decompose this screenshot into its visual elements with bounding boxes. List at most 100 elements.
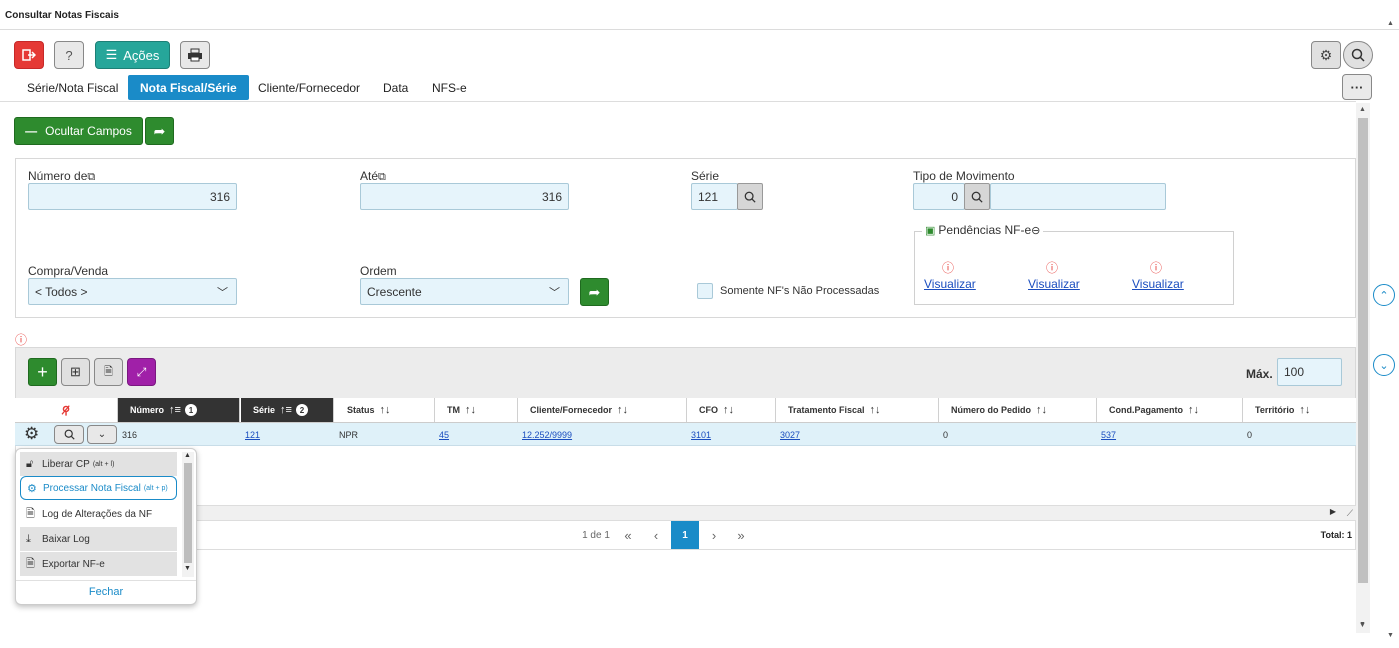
scrollbar-thumb[interactable] <box>1358 118 1368 583</box>
column-header-status[interactable]: Status ↑↓ <box>335 398 435 422</box>
cell-tm: 45 <box>435 423 449 446</box>
compra-venda-select[interactable]: < Todos > ﹀ <box>28 278 237 305</box>
hide-fields-button[interactable]: — Ocultar Campos <box>14 117 143 145</box>
search-button[interactable] <box>1343 41 1373 69</box>
scroll-bottom-button[interactable]: ⌄ <box>1373 354 1395 376</box>
outer-scrollbar-down[interactable]: ▼ <box>1387 632 1394 639</box>
tab-nota-fiscal-serie[interactable]: Nota Fiscal/Série <box>128 75 249 100</box>
cell-link[interactable]: 3101 <box>691 430 711 440</box>
serie-field[interactable]: 121 <box>691 183 738 210</box>
tipo-movimento-field[interactable]: 0 <box>913 183 965 210</box>
cell-cliente: 12.252/9999 <box>518 423 572 446</box>
menu-scroll-down[interactable]: ▼ <box>184 565 191 572</box>
scroll-right-arrow[interactable]: ▶ <box>1330 507 1336 516</box>
actions-label: Ações <box>123 47 160 63</box>
copy-icon[interactable]: ⧉ <box>87 171 95 183</box>
column-label: Cond.Pagamento <box>1109 405 1184 415</box>
copy-icon[interactable]: ⧉ <box>378 171 386 183</box>
menu-item-liberar-cp[interactable]: 🔓︎ Liberar CP (alt + l) <box>20 452 177 476</box>
settings-button[interactable]: ⚙ <box>1311 41 1341 69</box>
scroll-up-arrow[interactable]: ▲ <box>1359 106 1366 113</box>
column-header-tm[interactable]: TM ↑↓ <box>435 398 518 422</box>
last-page-button[interactable]: » <box>730 521 752 549</box>
redirect-button[interactable]: ➦ <box>145 117 174 145</box>
prev-page-button[interactable]: ‹ <box>645 521 667 549</box>
cell-value: 0 <box>1247 429 1253 440</box>
chevron-down-icon: ⌄ <box>97 429 107 440</box>
column-header-cliente[interactable]: Cliente/Fornecedor ↑↓ <box>518 398 687 422</box>
cell-link[interactable]: 537 <box>1101 430 1116 440</box>
chevron-down-icon: ﹀ <box>217 287 228 299</box>
menu-item-baixar-log[interactable]: ⤓ Baixar Log <box>20 527 177 551</box>
expand-button[interactable]: ⤢ <box>127 358 156 386</box>
menu-label: Exportar NF-e <box>42 558 105 570</box>
somente-checkbox[interactable] <box>697 283 713 299</box>
sort-icon: ↑↓ <box>1036 404 1048 416</box>
cell-link[interactable]: 121 <box>245 430 260 440</box>
actions-button[interactable]: ☰ Ações <box>95 41 170 69</box>
inner-scroll-down[interactable]: ▼ <box>1359 622 1366 629</box>
collapse-icon[interactable]: ⊖ <box>1031 224 1040 237</box>
numero-de-field[interactable]: 316 <box>28 183 237 210</box>
add-button[interactable]: + <box>28 358 57 386</box>
column-header-cfo[interactable]: CFO ↑↓ <box>687 398 776 422</box>
help-button[interactable]: ? <box>54 41 84 69</box>
row-menu-toggle[interactable]: ⌄ <box>87 425 117 444</box>
tab-label: Nota Fiscal/Série <box>140 80 237 95</box>
visualizar-link-3[interactable]: Visualizar <box>1132 277 1184 291</box>
cell-territorio: 0 <box>1243 423 1252 446</box>
tab-data[interactable]: Data <box>371 75 420 100</box>
next-page-button[interactable]: › <box>703 521 725 549</box>
cell-link[interactable]: 12.252/9999 <box>522 430 572 440</box>
menu-scroll-thumb[interactable] <box>184 463 192 563</box>
menu-scroll-up[interactable]: ▲ <box>184 452 191 459</box>
menu-item-log-alteracoes[interactable]: 🗎 Log de Alterações da NF <box>20 502 177 526</box>
filter-clear-header[interactable]: ⚲̸ <box>15 398 118 422</box>
visualizar-link-1[interactable]: Visualizar <box>924 277 976 291</box>
print-button[interactable] <box>180 41 210 69</box>
download-icon: ⤓ <box>26 532 31 545</box>
sort-icon: ↑↓ <box>465 404 476 416</box>
column-label: Número do Pedido <box>951 405 1032 415</box>
column-header-pedido[interactable]: Número do Pedido ↑↓ <box>939 398 1097 422</box>
horizontal-scrollbar[interactable]: ▶ ⟋ <box>15 505 1356 520</box>
current-page[interactable]: 1 <box>671 521 699 549</box>
more-options-button[interactable]: ··· <box>1342 74 1372 100</box>
menu-item-exportar-nfe[interactable]: 🗎 Exportar NF-e <box>20 552 177 576</box>
error-icon: ⓘ <box>15 333 28 347</box>
ordem-apply-button[interactable]: ➦ <box>580 278 609 306</box>
column-header-cond-pagamento[interactable]: Cond.Pagamento ↑↓ <box>1097 398 1243 422</box>
export-file-button[interactable]: 🗎 <box>94 358 123 386</box>
first-page-button[interactable]: « <box>617 521 639 549</box>
ordem-value: Crescente <box>367 284 422 299</box>
column-header-numero[interactable]: Número ↑≡ 1 <box>118 398 240 422</box>
tab-serie-nota-fiscal[interactable]: Série/Nota Fiscal <box>15 75 130 100</box>
column-header-tratamento[interactable]: Tratamento Fiscal ↑↓ <box>776 398 939 422</box>
cell-link[interactable]: 3027 <box>780 430 800 440</box>
tipo-movimento-search-button[interactable] <box>964 183 990 210</box>
row-view-button[interactable] <box>54 425 84 444</box>
resize-handle-icon[interactable]: ⟋ <box>1347 508 1353 519</box>
cell-link[interactable]: 45 <box>439 430 449 440</box>
ate-field[interactable]: 316 <box>360 183 569 210</box>
menu-item-processar-nota[interactable]: ⚙ Processar Nota Fiscal (alt + p) <box>20 476 177 500</box>
menu-close-button[interactable]: Fechar <box>16 586 196 598</box>
vertical-scrollbar[interactable]: ▲ ▼ <box>1356 103 1370 633</box>
serie-search-button[interactable] <box>737 183 763 210</box>
max-field[interactable]: 100 <box>1277 358 1342 386</box>
row-gear-icon[interactable]: ⚙ <box>24 424 39 444</box>
outer-scrollbar-up[interactable]: ▲ <box>1387 20 1394 27</box>
columns-button[interactable]: ⊞ <box>61 358 90 386</box>
visualizar-link-2[interactable]: Visualizar <box>1028 277 1080 291</box>
table-row[interactable] <box>15 423 1356 446</box>
tab-nfs-e[interactable]: NFS-e <box>420 75 479 100</box>
menu-label: Baixar Log <box>42 533 90 545</box>
column-header-territorio[interactable]: Território ↑↓ <box>1243 398 1356 422</box>
ate-text: Até <box>360 169 379 183</box>
menu-scrollbar[interactable]: ▲ ▼ <box>182 452 194 577</box>
exit-button[interactable] <box>14 41 44 69</box>
tab-cliente-fornecedor[interactable]: Cliente/Fornecedor <box>246 75 372 100</box>
ordem-select[interactable]: Crescente ﹀ <box>360 278 569 305</box>
column-header-serie[interactable]: Série ↑≡ 2 <box>241 398 334 422</box>
scroll-top-button[interactable]: ⌃ <box>1373 284 1395 306</box>
